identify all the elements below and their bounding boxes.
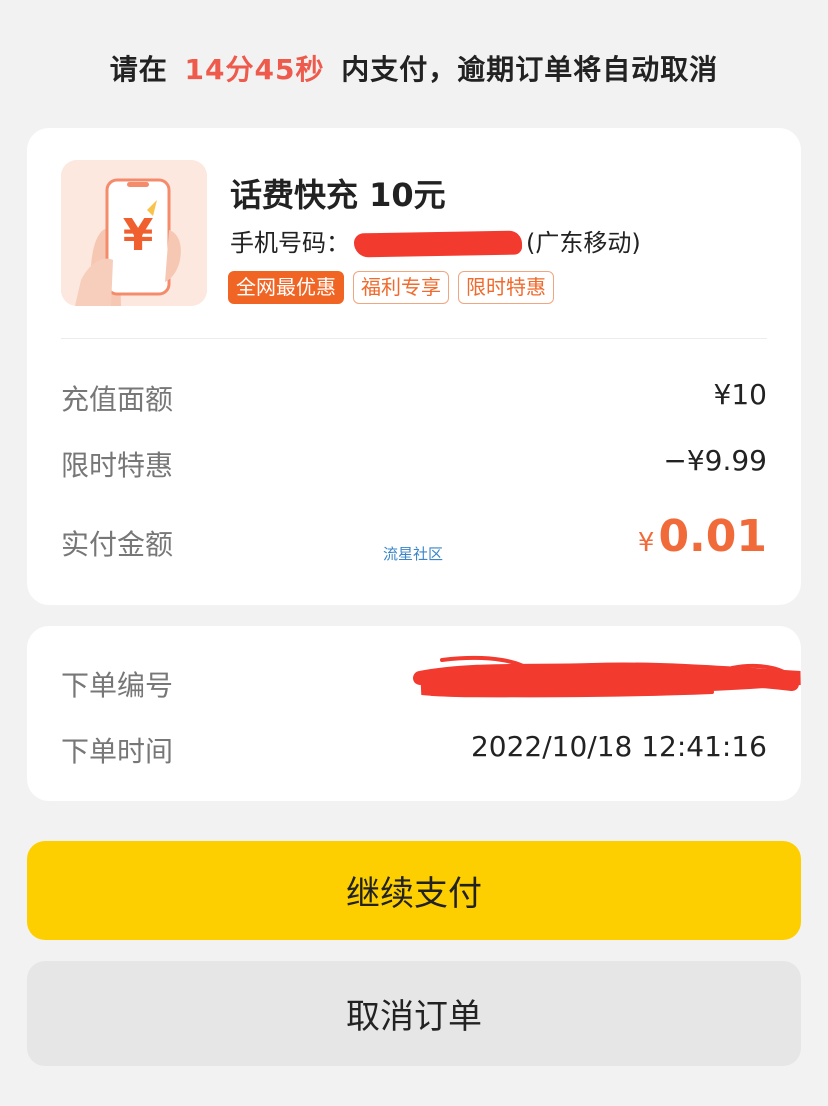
price-label: 限时特惠 — [61, 449, 174, 482]
price-value: ¥10 — [713, 378, 767, 411]
carrier-label: (广东移动) — [526, 229, 641, 257]
yen-symbol: ¥ — [123, 210, 154, 261]
amount-paid: ¥0.01 — [638, 511, 767, 562]
product-card: ¥ 话费快充 10元 手机号码： (广东移动) 全网最优惠 福利专享 限时特惠 充… — [27, 128, 801, 605]
timer-suffix: 内支付，逾期订单将自动取消 — [341, 53, 719, 86]
amount-paid-value: 0.01 — [658, 511, 767, 562]
continue-pay-button[interactable]: 继续支付 — [27, 841, 801, 940]
price-label: 实付金额 — [61, 528, 174, 561]
order-info-card: 下单编号 下单时间 2022/10/18 12:41:16 — [27, 626, 801, 801]
promo-tags: 全网最优惠 福利专享 限时特惠 — [228, 271, 554, 304]
promo-tag: 福利专享 — [353, 271, 449, 304]
order-number-label: 下单编号 — [61, 669, 174, 702]
promo-tag: 全网最优惠 — [228, 271, 344, 304]
divider — [61, 338, 767, 339]
order-time-label: 下单时间 — [61, 735, 174, 768]
payment-countdown-notice: 请在 14分45秒 内支付，逾期订单将自动取消 — [0, 48, 828, 88]
price-label: 充值面额 — [61, 383, 174, 416]
timer-prefix: 请在 — [109, 53, 168, 86]
discount-value: −¥9.99 — [663, 444, 767, 477]
cancel-order-button[interactable]: 取消订单 — [27, 961, 801, 1066]
product-image: ¥ — [61, 160, 207, 306]
currency-symbol: ¥ — [637, 528, 655, 558]
watermark: 流星社区 — [383, 545, 444, 563]
order-time-value: 2022/10/18 12:41:16 — [470, 730, 767, 763]
phone-yen-icon: ¥ — [61, 160, 207, 306]
promo-tag: 限时特惠 — [458, 271, 554, 304]
phone-label: 手机号码： — [230, 229, 350, 257]
redacted-phone-number — [353, 230, 523, 258]
countdown-value: 14分45秒 — [184, 53, 325, 86]
phone-number-row: 手机号码： (广东移动) — [230, 223, 641, 258]
product-title: 话费快充 10元 — [230, 176, 446, 214]
redacted-order-number — [413, 655, 801, 698]
